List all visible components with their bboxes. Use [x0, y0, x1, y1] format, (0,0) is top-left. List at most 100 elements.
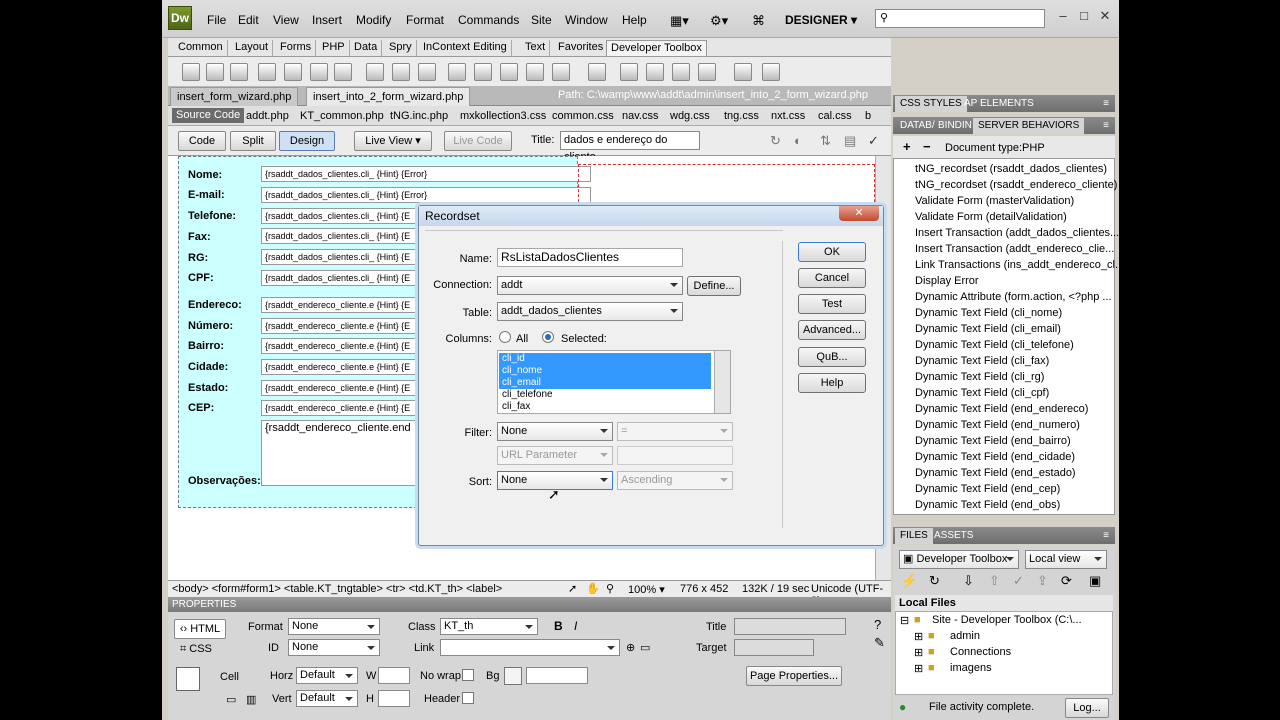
- list-item[interactable]: Link Transactions (ins_addt_endereco_cl.…: [915, 259, 1119, 271]
- advanced-button[interactable]: Advanced...: [798, 320, 866, 340]
- toolbar-icon[interactable]: [474, 63, 492, 81]
- refresh-icon[interactable]: ↻: [929, 573, 940, 589]
- toolbar-icon[interactable]: [698, 63, 716, 81]
- related-file[interactable]: b: [865, 110, 871, 122]
- id-select[interactable]: None: [288, 639, 380, 656]
- toolbar-icon[interactable]: [206, 63, 224, 81]
- close-button[interactable]: ✕: [1097, 8, 1113, 24]
- list-item[interactable]: cli_telefone: [499, 389, 711, 401]
- list-item[interactable]: Insert Transaction (addt_endereco_clie..…: [915, 243, 1114, 255]
- live-code-button[interactable]: Live Code: [444, 131, 512, 151]
- horz-select[interactable]: Default: [296, 667, 358, 684]
- window-size[interactable]: 776 x 452: [680, 583, 728, 595]
- connection-select[interactable]: addt: [497, 276, 683, 295]
- filter-parameter-select[interactable]: URL Parameter: [497, 446, 613, 465]
- related-file[interactable]: nxt.css: [771, 110, 805, 122]
- filter-operator-select[interactable]: =: [617, 422, 733, 441]
- related-file[interactable]: tNG.inc.php: [390, 110, 448, 122]
- help-button[interactable]: Help: [798, 373, 866, 393]
- list-item[interactable]: Dynamic Text Field (cli_nome): [915, 307, 1062, 319]
- width-input[interactable]: [378, 667, 410, 684]
- check-page-icon[interactable]: ✓: [868, 133, 879, 149]
- list-item[interactable]: Dynamic Text Field (end_bairro): [915, 435, 1071, 447]
- tab-assets[interactable]: ASSETS: [929, 528, 978, 544]
- tab-incontext-editing[interactable]: InContext Editing: [419, 40, 512, 56]
- menu-help[interactable]: Help: [622, 13, 647, 27]
- list-item[interactable]: cli_email: [499, 377, 711, 389]
- minimize-button[interactable]: –: [1055, 8, 1071, 24]
- define-button[interactable]: Define...: [687, 276, 741, 296]
- tab-forms[interactable]: Forms: [276, 40, 317, 56]
- list-item[interactable]: Dynamic Text Field (end_cidade): [915, 451, 1075, 463]
- list-item[interactable]: Display Error: [915, 275, 979, 287]
- menu-edit[interactable]: Edit: [238, 13, 259, 27]
- search-input[interactable]: ⚲: [875, 9, 1045, 28]
- list-item[interactable]: Validate Form (detailValidation): [915, 211, 1067, 223]
- tree-item[interactable]: imagens: [950, 662, 992, 674]
- list-item[interactable]: Dynamic Attribute (form.action, <?php ..…: [915, 291, 1112, 303]
- menu-file[interactable]: File: [207, 13, 226, 27]
- doc-tab-insert-form-wizard[interactable]: insert_form_wizard.php: [170, 87, 299, 106]
- list-item[interactable]: Dynamic Text Field (cli_rg): [915, 371, 1044, 383]
- list-item[interactable]: Dynamic Text Field (cli_telefone): [915, 339, 1074, 351]
- zoom-select[interactable]: 100% ▾: [628, 583, 665, 596]
- toolbar-icon[interactable]: [366, 63, 384, 81]
- list-item[interactable]: cli_nome: [499, 365, 711, 377]
- list-item[interactable]: tNG_recordset (rsaddt_dados_clientes): [915, 163, 1107, 175]
- toolbar-icon[interactable]: [526, 63, 544, 81]
- list-item[interactable]: Dynamic Text Field (end_cep): [915, 483, 1060, 495]
- help-icon[interactable]: ?: [874, 617, 881, 632]
- toolbar-icon[interactable]: [182, 63, 200, 81]
- form-field[interactable]: {rsaddt_dados_clientes.cli_ {Hint} {Erro…: [261, 187, 591, 203]
- menu-modify[interactable]: Modify: [356, 13, 391, 27]
- hand-tool-icon[interactable]: ✋: [586, 582, 600, 595]
- tab-css-styles[interactable]: CSS STYLES: [895, 96, 967, 112]
- connect-icon[interactable]: ⚡: [901, 573, 917, 589]
- list-item[interactable]: Dynamic Text Field (end_estado): [915, 467, 1076, 479]
- toolbar-icon[interactable]: [552, 63, 570, 81]
- doc-tab-insert-into-2-form-wizard[interactable]: insert_into_2_form_wizard.php: [306, 87, 471, 106]
- select-tool-icon[interactable]: ➚: [568, 582, 577, 595]
- sort-order-select[interactable]: Ascending: [617, 471, 733, 490]
- format-select[interactable]: None: [288, 618, 380, 635]
- extend-icon[interactable]: ⚙▾: [710, 13, 728, 29]
- list-item[interactable]: Dynamic Text Field (end_endereco): [915, 403, 1088, 415]
- workspace-switcher[interactable]: DESIGNER ▾: [785, 13, 857, 27]
- code-view-button[interactable]: Code: [178, 131, 226, 151]
- toolbar-icon[interactable]: [310, 63, 328, 81]
- log-button[interactable]: Log...: [1065, 698, 1109, 718]
- dialog-close-button[interactable]: ✕: [839, 206, 879, 221]
- tab-text[interactable]: Text: [521, 40, 551, 56]
- toolbar-icon[interactable]: [588, 63, 606, 81]
- tab-spry[interactable]: Spry: [385, 40, 417, 56]
- header-checkbox[interactable]: [462, 692, 474, 704]
- expand-icon[interactable]: ▣: [1089, 573, 1101, 589]
- tab-data[interactable]: Data: [350, 40, 383, 56]
- bold-button[interactable]: B: [554, 619, 563, 633]
- list-item[interactable]: Insert Transaction (addt_dados_clientes.…: [915, 227, 1119, 239]
- tab-developer-toolbox[interactable]: Developer Toolbox: [606, 40, 707, 56]
- toolbar-icon[interactable]: [392, 63, 410, 81]
- maximize-button[interactable]: □: [1076, 8, 1092, 24]
- quick-tag-icon[interactable]: ✎: [874, 635, 885, 651]
- refresh-icon[interactable]: ↻: [770, 133, 781, 149]
- tree-item[interactable]: Connections: [950, 646, 1011, 658]
- related-file[interactable]: mxkollection3.css: [460, 110, 546, 122]
- split-cell-icon[interactable]: ▥: [246, 693, 256, 706]
- vert-select[interactable]: Default: [296, 690, 358, 707]
- link-input[interactable]: [440, 639, 620, 656]
- related-file[interactable]: nav.css: [622, 110, 658, 122]
- get-files-icon[interactable]: ⇩: [963, 573, 974, 589]
- merge-cells-icon[interactable]: ▭: [226, 693, 236, 706]
- tag-selector[interactable]: <body> <form#form1> <table.KT_tngtable> …: [172, 583, 502, 595]
- html-mode-button[interactable]: ‹› HTML: [174, 619, 226, 639]
- bg-color-input[interactable]: [526, 667, 588, 684]
- tab-files[interactable]: FILES: [895, 528, 933, 544]
- related-file[interactable]: cal.css: [818, 110, 852, 122]
- list-item[interactable]: Validate Form (masterValidation): [915, 195, 1074, 207]
- bg-color-picker[interactable]: [504, 667, 522, 685]
- filter-column-select[interactable]: None: [497, 422, 613, 441]
- related-file-source-code[interactable]: Source Code: [172, 108, 245, 123]
- check-in-icon[interactable]: ⇪: [1037, 573, 1048, 589]
- remove-behavior-icon[interactable]: −: [923, 139, 931, 154]
